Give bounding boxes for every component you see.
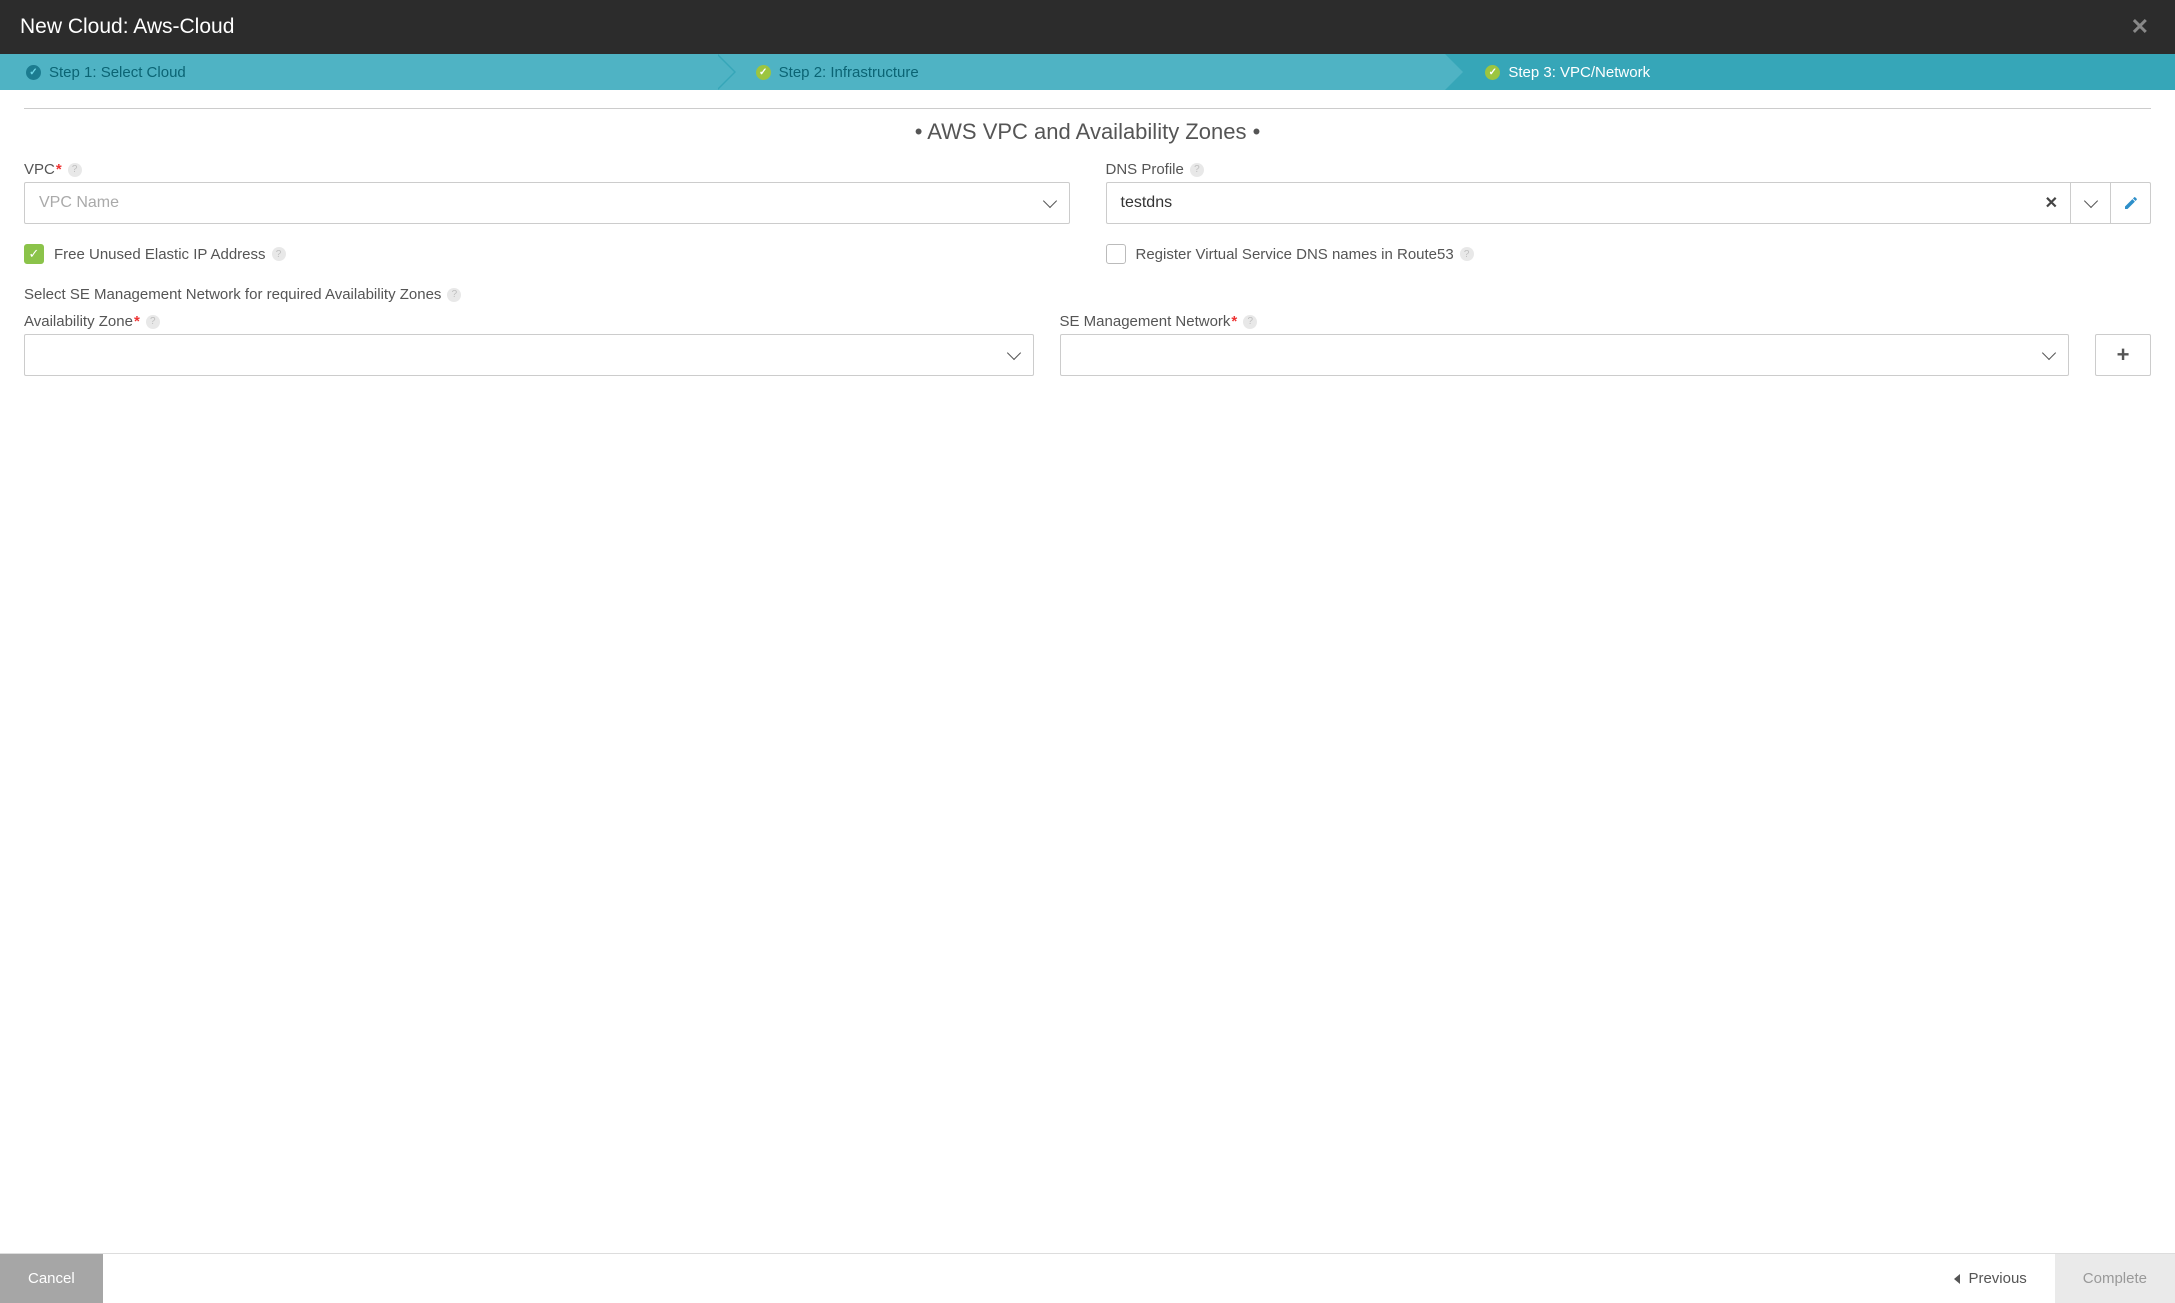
title-bar: New Cloud: Aws-Cloud ✕ [0, 0, 2175, 54]
required-indicator: * [1231, 313, 1237, 330]
step-label: Step 3: VPC/Network [1508, 64, 1650, 81]
free-eip-group: ✓ Free Unused Elastic IP Address ? [24, 230, 1070, 280]
se-net-label-row: SE Management Network * ? [1060, 313, 2070, 330]
close-icon[interactable]: ✕ [2125, 14, 2155, 40]
help-icon[interactable]: ? [146, 315, 160, 329]
chevron-down-icon [1006, 346, 1020, 360]
check-icon: ✓ [26, 65, 41, 80]
vpc-label-row: VPC * ? [24, 161, 1070, 178]
dns-field-group: DNS Profile ? testdns ✕ [1106, 161, 2152, 224]
clear-icon[interactable]: ✕ [2033, 193, 2070, 213]
step-select-cloud[interactable]: ✓ Step 1: Select Cloud [0, 54, 716, 90]
az-label-row: Availability Zone * ? [24, 313, 1034, 330]
step-label: Step 2: Infrastructure [779, 64, 919, 81]
check-icon: ✓ [1485, 65, 1500, 80]
required-indicator: * [56, 161, 62, 178]
pencil-icon [2123, 195, 2139, 211]
previous-button[interactable]: Previous [1926, 1254, 2054, 1303]
edit-dns-button[interactable] [2110, 183, 2150, 223]
step-vpc-network[interactable]: ✓ Step 3: VPC/Network [1445, 54, 2175, 90]
se-net-label: SE Management Network [1060, 313, 1231, 330]
dns-label: DNS Profile [1106, 161, 1184, 178]
row-checkboxes: ✓ Free Unused Elastic IP Address ? Regis… [24, 230, 2151, 280]
help-icon[interactable]: ? [1190, 163, 1204, 177]
dns-label-row: DNS Profile ? [1106, 161, 2152, 178]
complete-label: Complete [2083, 1270, 2147, 1287]
se-subhead-label: Select SE Management Network for require… [24, 286, 441, 303]
free-eip-checkbox[interactable]: ✓ [24, 244, 44, 264]
free-eip-label: Free Unused Elastic IP Address [54, 246, 266, 263]
dns-select[interactable]: testdns ✕ [1106, 182, 2152, 224]
footer-spacer [103, 1254, 1927, 1303]
triangle-left-icon [1954, 1274, 1960, 1284]
chevron-down-icon [2083, 194, 2097, 208]
vpc-field-group: VPC * ? VPC Name [24, 161, 1070, 224]
new-cloud-modal: New Cloud: Aws-Cloud ✕ ✓ Step 1: Select … [0, 0, 2175, 1303]
az-label: Availability Zone [24, 313, 133, 330]
vpc-select[interactable]: VPC Name [24, 182, 1070, 224]
section-title: • AWS VPC and Availability Zones • [24, 108, 2151, 161]
free-eip-row: ✓ Free Unused Elastic IP Address ? [24, 244, 1070, 264]
row-vpc-dns: VPC * ? VPC Name DNS Profile ? testdns ✕ [24, 161, 2151, 224]
route53-row: Register Virtual Service DNS names in Ro… [1106, 244, 2152, 264]
complete-button[interactable]: Complete [2055, 1254, 2175, 1303]
se-net-select[interactable] [1060, 334, 2070, 376]
check-icon: ✓ [756, 65, 771, 80]
step-bar: ✓ Step 1: Select Cloud ✓ Step 2: Infrast… [0, 54, 2175, 90]
az-field-group: Availability Zone * ? [24, 313, 1034, 376]
modal-title: New Cloud: Aws-Cloud [20, 15, 234, 39]
cancel-label: Cancel [28, 1270, 75, 1287]
step-label: Step 1: Select Cloud [49, 64, 186, 81]
required-indicator: * [134, 313, 140, 330]
cancel-button[interactable]: Cancel [0, 1254, 103, 1303]
se-net-field-group: SE Management Network * ? [1060, 313, 2070, 376]
plus-icon: + [2117, 342, 2130, 368]
vpc-placeholder: VPC Name [39, 194, 119, 212]
se-network-heading: Select SE Management Network for require… [24, 286, 2151, 303]
vpc-label: VPC [24, 161, 55, 178]
dns-dropdown-button[interactable] [2070, 183, 2110, 223]
add-az-button[interactable]: + [2095, 334, 2151, 376]
form-content: • AWS VPC and Availability Zones • VPC *… [0, 90, 2175, 1253]
route53-label: Register Virtual Service DNS names in Ro… [1136, 246, 1454, 263]
chevron-down-icon [1042, 194, 1056, 208]
chevron-down-icon [2042, 346, 2056, 360]
help-icon[interactable]: ? [1243, 315, 1257, 329]
row-az: Availability Zone * ? SE Management Netw… [24, 313, 2151, 376]
help-icon[interactable]: ? [272, 247, 286, 261]
help-icon[interactable]: ? [1460, 247, 1474, 261]
modal-footer: Cancel Previous Complete [0, 1253, 2175, 1303]
step-infrastructure[interactable]: ✓ Step 2: Infrastructure [716, 54, 1446, 90]
help-icon[interactable]: ? [68, 163, 82, 177]
az-select[interactable] [24, 334, 1034, 376]
dns-value: testdns [1121, 194, 2033, 212]
previous-label: Previous [1968, 1270, 2026, 1287]
route53-group: Register Virtual Service DNS names in Ro… [1106, 230, 2152, 280]
route53-checkbox[interactable] [1106, 244, 1126, 264]
help-icon[interactable]: ? [447, 288, 461, 302]
